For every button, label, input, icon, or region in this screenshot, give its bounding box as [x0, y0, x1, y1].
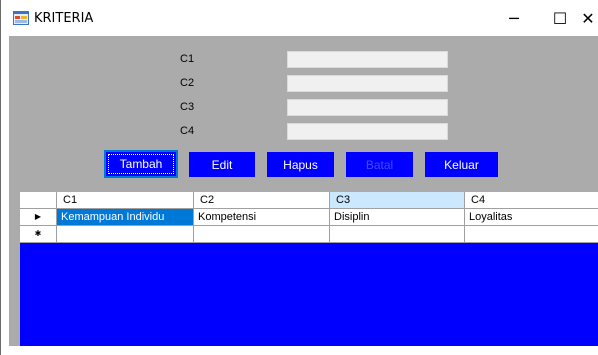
c1-input[interactable]	[287, 51, 448, 68]
app-form-icon	[13, 11, 29, 25]
column-header-c1[interactable]: C1	[57, 192, 194, 209]
c3-label: C3	[180, 101, 195, 113]
keluar-button[interactable]: Keluar	[425, 152, 498, 177]
new-row[interactable]: ✱	[20, 226, 598, 243]
c1-label: C1	[180, 53, 195, 65]
edit-button[interactable]: Edit	[189, 152, 255, 177]
window-title: KRITERIA	[34, 11, 94, 26]
c4-input[interactable]	[287, 123, 448, 140]
c3-input[interactable]	[287, 99, 448, 116]
tambah-button[interactable]: Tambah	[104, 150, 178, 178]
column-header-c2[interactable]: C2	[194, 192, 330, 209]
cell-c3[interactable]: Disiplin	[330, 209, 465, 226]
window-bottom-edge	[1, 346, 598, 355]
title-bar[interactable]: KRITERIA ─ ☐ ✕	[1, 0, 598, 36]
new-cell-c4[interactable]	[465, 226, 598, 243]
batal-button: Batal	[346, 152, 413, 177]
new-cell-c1[interactable]	[57, 226, 194, 243]
c4-label: C4	[180, 125, 195, 137]
grid-header-row: C1 C2 C3 C4	[20, 192, 598, 209]
new-cell-c2[interactable]	[194, 226, 330, 243]
kriteria-window: KRITERIA ─ ☐ ✕ C1 C2 C3 C4 Tambah Edit H…	[0, 0, 598, 355]
cell-c1[interactable]: Kemampuan Individu	[57, 209, 194, 226]
current-row-indicator-icon[interactable]: ▶	[20, 209, 57, 226]
minimize-button[interactable]: ─	[491, 0, 537, 36]
table-row[interactable]: ▶ Kemampuan Individu Kompetensi Disiplin…	[20, 209, 598, 226]
kriteria-data-grid[interactable]: C1 C2 C3 C4 ▶ Kemampuan Individu Kompete…	[20, 192, 598, 346]
new-row-indicator-icon[interactable]: ✱	[20, 226, 57, 243]
form-client-area: C1 C2 C3 C4 Tambah Edit Hapus Batal Kelu…	[9, 36, 598, 346]
column-header-c4[interactable]: C4	[465, 192, 598, 209]
grid-corner-header[interactable]	[20, 192, 57, 209]
column-header-c3[interactable]: C3	[330, 192, 465, 209]
cell-c2[interactable]: Kompetensi	[194, 209, 330, 226]
hapus-button[interactable]: Hapus	[267, 152, 334, 177]
c2-input[interactable]	[287, 75, 448, 92]
cell-c4[interactable]: Loyalitas	[465, 209, 598, 226]
close-button[interactable]: ✕	[577, 0, 598, 36]
new-cell-c3[interactable]	[330, 226, 465, 243]
c2-label: C2	[180, 77, 195, 89]
